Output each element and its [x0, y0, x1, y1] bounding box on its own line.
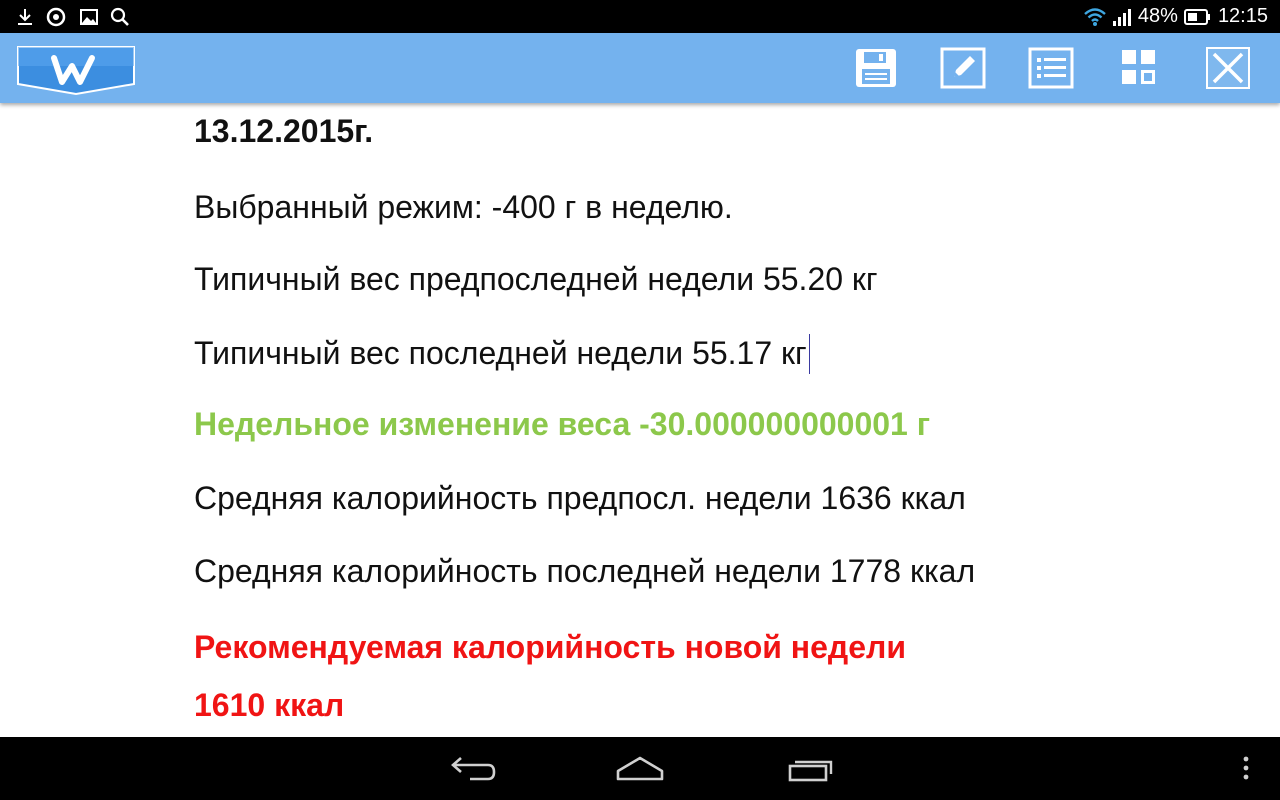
back-icon[interactable] [440, 749, 500, 789]
download-icon [18, 9, 32, 25]
battery-percent: 48% [1137, 5, 1178, 27]
prev-week-weight: Типичный вес предпоследней недели 55.20 … [194, 261, 878, 297]
status-right-group: 48% 12:15 [1084, 0, 1268, 33]
last-week-calories: Средняя калорийность последней недели 17… [194, 553, 976, 589]
last-week-weight-line: Типичный вес последней недели 55.17 кг [194, 333, 810, 374]
recommended-calories-value: 1610 ккал [194, 687, 345, 723]
prev-week-calories: Средняя калорийность предпосл. недели 16… [194, 480, 966, 516]
report-date: 13.12.2015г. [194, 113, 374, 149]
home-icon[interactable] [610, 749, 670, 789]
recommended-calories-label: Рекомендуемая калорийность новой недели [194, 629, 907, 665]
wifi-icon [1084, 7, 1106, 26]
screen: 48% 12:15 13.12.2015г. Выбранный режим: … [0, 0, 1280, 800]
close-button[interactable] [1205, 47, 1251, 89]
weekly-change: Недельное изменение веса -30.00000000000… [194, 406, 931, 442]
clock: 12:15 [1217, 5, 1268, 27]
grid-button[interactable] [1116, 47, 1162, 89]
signal-icon [1112, 8, 1131, 26]
battery-icon [1183, 8, 1210, 25]
app-toolbar [0, 33, 1280, 103]
image-icon [80, 9, 98, 25]
edit-button[interactable] [940, 47, 986, 89]
w-logo-icon[interactable] [16, 44, 136, 96]
list-button[interactable] [1028, 47, 1074, 89]
last-week-weight: Типичный вес последней недели 55.17 кг [194, 335, 807, 371]
text-cursor [808, 334, 810, 374]
document-view[interactable]: 13.12.2015г. Выбранный режим: -400 г в н… [0, 103, 1280, 737]
save-button[interactable] [853, 47, 899, 89]
selected-mode: Выбранный режим: -400 г в неделю. [194, 189, 733, 225]
search-icon [110, 7, 129, 26]
recent-apps-icon[interactable] [782, 749, 842, 789]
record-icon [46, 7, 66, 27]
navigation-bar [0, 737, 1280, 800]
menu-icon[interactable] [1226, 749, 1266, 789]
status-bar: 48% 12:15 [0, 0, 1280, 33]
